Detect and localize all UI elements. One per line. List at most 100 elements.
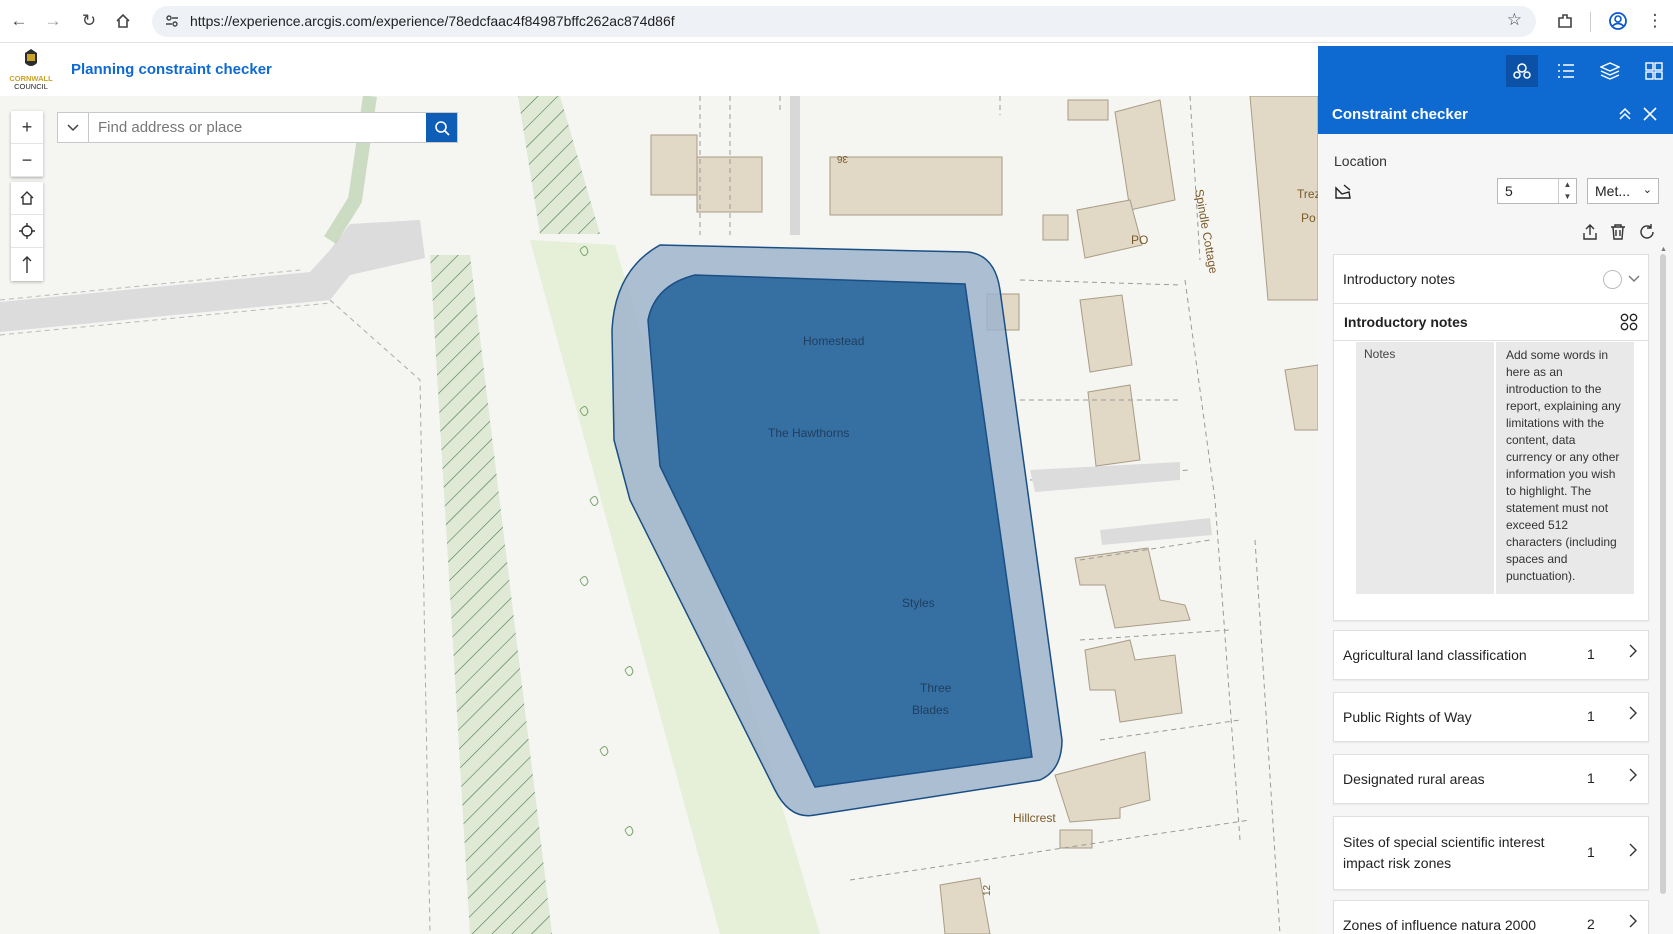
layer-card-agricultural[interactable]: Agricultural land classification 1	[1333, 630, 1649, 680]
label-blades: Blades	[912, 703, 949, 717]
layers-icon	[1600, 62, 1620, 80]
export-button[interactable]	[1579, 221, 1601, 243]
close-panel-button[interactable]	[1640, 104, 1660, 124]
home-extent-button[interactable]	[11, 182, 43, 215]
draw-location-button[interactable]	[1334, 184, 1352, 205]
close-icon	[1643, 107, 1657, 121]
buffer-distance-field[interactable]	[1498, 179, 1558, 203]
label-hillcrest: Hillcrest	[1013, 811, 1056, 825]
chevron-right-icon[interactable]	[1629, 706, 1638, 723]
layer-card-rural-areas[interactable]: Designated rural areas 1	[1333, 754, 1649, 804]
browser-toolbar: ← → ↻ https://experience.arcgis.com/expe…	[0, 0, 1673, 43]
home-icon[interactable]	[112, 10, 134, 32]
north-arrow-icon	[22, 255, 32, 273]
location-label: Location	[1334, 153, 1387, 169]
intro-notes-header[interactable]: Introductory notes	[1334, 255, 1648, 303]
search-widget	[57, 112, 458, 143]
label-homestead: Homestead	[803, 334, 864, 348]
chevron-right-icon[interactable]	[1629, 843, 1638, 860]
home-icon	[20, 191, 34, 205]
stepper-down-icon[interactable]: ▼	[1559, 191, 1576, 203]
map-toolbar: + −	[11, 111, 43, 177]
search-icon	[434, 120, 450, 136]
label-12: 12	[982, 884, 993, 896]
search-input[interactable]	[89, 113, 426, 142]
refresh-button[interactable]	[1636, 221, 1658, 243]
chevron-right-icon[interactable]	[1629, 914, 1638, 931]
legend-tab[interactable]	[1550, 55, 1582, 87]
map-canvas[interactable]: Homestead The Hawthorns Styles Three Bla…	[0, 96, 1318, 934]
locate-button[interactable]	[11, 215, 43, 248]
layers-tab[interactable]	[1594, 55, 1626, 87]
list-icon	[1558, 64, 1574, 78]
basemap-tab[interactable]	[1638, 55, 1670, 87]
buffer-stepper[interactable]: ▲ ▼	[1558, 179, 1576, 203]
cornwall-council-logo[interactable]: CORNWALL COUNCIL	[8, 49, 54, 91]
profile-icon[interactable]	[1607, 10, 1629, 32]
refresh-icon	[1640, 224, 1654, 239]
layer-card-sssi[interactable]: Sites of special scientific interest imp…	[1333, 816, 1649, 890]
label-po2: Po	[1301, 211, 1316, 225]
notes-table: Notes Add some words in here as an intro…	[1356, 342, 1634, 594]
bookmark-star-icon[interactable]: ☆	[1507, 10, 1522, 30]
constraint-checker-tab[interactable]	[1506, 55, 1538, 87]
app-header: CORNWALL COUNCIL Planning constraint che…	[0, 44, 1318, 96]
layer-count: 1	[1587, 646, 1595, 662]
layer-card-natura-2000[interactable]: Zones of influence natura 2000 2	[1333, 900, 1649, 934]
search-source-dropdown[interactable]	[58, 113, 89, 142]
chevron-right-icon[interactable]	[1629, 644, 1638, 661]
extensions-icon[interactable]	[1554, 10, 1576, 32]
buffer-distance-input[interactable]: ▲ ▼	[1497, 178, 1577, 204]
locate-icon	[19, 223, 35, 239]
back-arrow-icon[interactable]: ←	[8, 10, 30, 32]
forward-arrow-icon[interactable]: →	[42, 10, 64, 32]
map-view[interactable]: Homestead The Hawthorns Styles Three Bla…	[0, 96, 1318, 934]
layer-name: Public Rights of Way	[1343, 709, 1472, 725]
share-icon	[1583, 224, 1597, 240]
layer-count: 1	[1587, 770, 1595, 786]
zoom-out-button[interactable]: −	[11, 144, 43, 177]
chevron-right-icon[interactable]	[1629, 768, 1638, 785]
intro-notes-title: Introductory notes	[1343, 271, 1456, 287]
status-circle-icon	[1603, 270, 1622, 289]
layer-count: 1	[1587, 708, 1595, 724]
notes-key: Notes	[1356, 342, 1494, 594]
grid-icon	[1645, 62, 1663, 80]
delete-button[interactable]	[1607, 221, 1629, 243]
chevron-down-icon: ⌄	[1642, 184, 1652, 196]
layer-name: Agricultural land classification	[1343, 647, 1527, 663]
map-toolbar-secondary	[11, 182, 43, 281]
layer-card-rights-of-way[interactable]: Public Rights of Way 1	[1333, 692, 1649, 742]
app-title: Planning constraint checker	[71, 61, 272, 78]
logo-text-line2: COUNCIL	[14, 82, 48, 91]
url-text: https://experience.arcgis.com/experience…	[190, 13, 675, 29]
compass-button[interactable]	[11, 248, 43, 281]
label-trez: Trez	[1297, 187, 1318, 201]
label-hawthorns: The Hawthorns	[768, 426, 849, 440]
browser-menu-icon[interactable]: ⋮	[1644, 10, 1666, 32]
scroll-up-icon[interactable]: ▲	[1660, 246, 1667, 253]
panel-scrollbar[interactable]	[1660, 254, 1666, 894]
label-three: Three	[920, 681, 952, 695]
analysis-icon	[1513, 63, 1531, 79]
trash-icon	[1611, 224, 1625, 240]
toolbar-divider	[1590, 12, 1591, 32]
label-po: PO	[1131, 233, 1148, 247]
intro-notes-subheader: Introductory notes	[1334, 303, 1648, 341]
chevron-down-icon	[67, 123, 79, 131]
draw-polygon-icon	[1335, 184, 1351, 199]
stepper-up-icon[interactable]: ▲	[1559, 179, 1576, 191]
address-bar[interactable]: https://experience.arcgis.com/experience…	[152, 6, 1536, 37]
label-styles: Styles	[902, 596, 935, 610]
unit-select[interactable]: Met... ⌄	[1587, 178, 1659, 204]
collapse-panel-button[interactable]	[1615, 104, 1635, 124]
layer-count: 1	[1587, 844, 1595, 860]
constraint-checker-panel: Location ▲ ▼ Met... ⌄ ▲ Introductory not…	[1318, 134, 1673, 934]
reload-icon[interactable]: ↻	[78, 10, 100, 32]
chevron-down-icon[interactable]	[1628, 270, 1640, 286]
view-options-icon[interactable]	[1620, 313, 1638, 334]
zoom-in-button[interactable]: +	[11, 111, 43, 144]
search-button[interactable]	[426, 113, 457, 142]
site-settings-icon[interactable]	[164, 13, 180, 34]
intro-notes-subtitle: Introductory notes	[1344, 314, 1468, 330]
